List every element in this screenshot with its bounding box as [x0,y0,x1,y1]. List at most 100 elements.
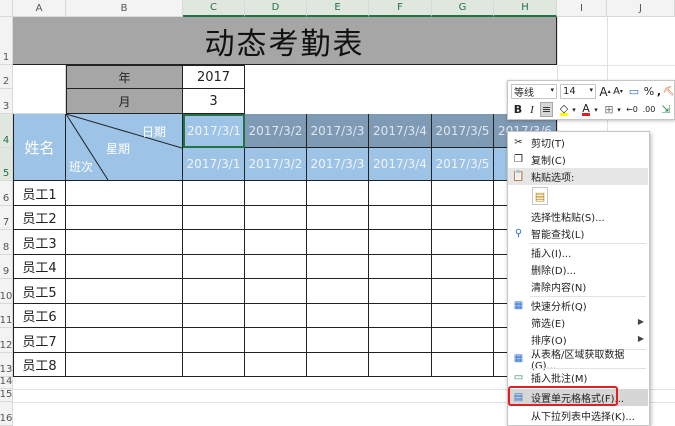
column-header-a[interactable]: A [13,0,66,17]
font-name-value: 等线 [514,88,534,99]
chevron-down-icon[interactable]: ▾ [616,102,622,117]
date-cell-f4[interactable]: 2017/3/4 [369,114,432,148]
row-header-14[interactable]: 14 [0,376,13,389]
menu-item-label: 清除内容(N) [531,283,587,294]
diagonal-header-cell[interactable]: 日期 星期 班次 [66,114,183,181]
month-label-cell[interactable]: 月 [66,89,183,114]
grow-font-icon[interactable]: A ▴ [599,84,611,99]
search-icon: ⚲ [514,228,523,239]
font-size-value: 14 [563,86,576,97]
menu-item-cut[interactable]: ✂ 剪切(T) [508,134,648,151]
row-header-3[interactable]: 3 [0,89,13,114]
row-header-7[interactable]: 7 [0,206,13,230]
fill-color-icon[interactable]: ◇ [557,102,571,117]
row-header-1[interactable]: 1 [0,17,13,65]
number-format-icon[interactable]: ▭ [626,84,642,99]
employee-name-cell[interactable]: 员工4 [13,255,66,279]
menu-item-smart-lookup[interactable]: ⚲ 智能查找(L) [508,225,648,242]
year-label-cell[interactable]: 年 [66,65,183,89]
column-header-h[interactable]: H [494,0,557,17]
row-header-15[interactable]: 15 [0,389,13,402]
row-header-4[interactable]: 4 [0,114,13,148]
font-name-box[interactable]: 等线 ▾ [511,84,557,99]
name-header-cell[interactable]: 姓名 [13,114,66,181]
bold-button[interactable]: B [512,102,524,117]
menu-item-delete[interactable]: 删除(D)... [508,261,648,278]
menu-item-copy[interactable]: ❐ 复制(C) [508,151,648,168]
menu-item-insert[interactable]: 插入(I)... [508,244,648,261]
menu-item-filter[interactable]: 筛选(E) ▶ [508,314,648,331]
date-cell-e4[interactable]: 2017/3/3 [307,114,369,148]
row-header-9[interactable]: 9 [0,255,13,279]
copy-icon: ❐ [514,154,523,165]
week-cell-e5[interactable]: 2017/3/3 [307,148,369,181]
date-cell-g4[interactable]: 2017/3/5 [432,114,494,148]
italic-button[interactable]: I [526,102,538,117]
row-header-2[interactable]: 2 [0,65,13,89]
menu-item-label: 复制(C) [531,156,566,167]
chevron-down-icon[interactable]: ▾ [571,102,577,117]
cell-a2-a3[interactable] [13,65,66,114]
row-header-11[interactable]: 11 [0,304,13,328]
menu-item-label: 粘贴选项: [531,173,575,184]
week-cell-c5[interactable]: 2017/3/1 [183,148,245,181]
column-header-e[interactable]: E [307,0,369,17]
percent-button[interactable]: % [644,84,654,99]
column-header-f[interactable]: F [369,0,432,17]
column-header-j[interactable]: J [607,0,675,17]
font-color-icon[interactable]: A [580,102,592,117]
row-header-8[interactable]: 8 [0,230,13,255]
chevron-right-icon: ▶ [637,317,644,326]
align-center-icon[interactable]: ≡ [540,102,553,117]
menu-item-paste-special[interactable]: 选择性粘贴(S)... [508,208,648,225]
decrease-decimal-icon[interactable]: .00 [641,102,657,117]
row-header-5[interactable]: 5 [0,148,13,181]
row-header-6[interactable]: 6 [0,181,13,206]
paste-icon[interactable]: ▤ [532,187,548,205]
menu-item-pick-from-list[interactable]: 从下拉列表中选择(K)... [508,407,648,424]
borders-icon[interactable]: ⊞ [603,102,615,117]
menu-item-label: 筛选(E) [531,319,566,330]
column-header-b[interactable]: B [66,0,183,17]
row-header-13[interactable]: 13 [0,353,13,377]
week-cell-g5[interactable]: 2017/3/5 [432,148,494,181]
font-size-box[interactable]: 14 ▾ [560,84,596,99]
chevron-down-icon: ▾ [589,86,593,94]
shrink-font-icon[interactable]: A ▾ [612,84,624,99]
sheet-title-cell[interactable]: 动态考勤表 [13,17,557,65]
increase-decimal-icon[interactable]: ←0 [625,102,639,117]
employee-name-cell[interactable]: 员工3 [13,230,66,255]
row-header-12[interactable]: 12 [0,328,13,353]
menu-item-clear[interactable]: 清除内容(N) [508,278,648,295]
employee-name-cell[interactable]: 员工1 [13,181,66,206]
employee-name-cell[interactable]: 员工5 [13,279,66,304]
comma-button[interactable]: , [655,84,663,99]
column-header-g[interactable]: G [432,0,494,17]
menu-item-quick-analysis[interactable]: ▦ 快速分析(Q) [508,297,648,314]
merge-cells-icon[interactable]: ⇲ [659,102,673,117]
chevron-down-icon[interactable]: ▾ [593,102,599,117]
column-header-d[interactable]: D [245,0,307,17]
week-cell-f5[interactable]: 2017/3/4 [369,148,432,181]
date-cell-c4[interactable]: 2017/3/1 [183,114,245,148]
employee-name-cell[interactable]: 员工6 [13,304,66,328]
menu-item-label: 选择性粘贴(S)... [531,213,605,224]
employee-name-cell[interactable]: 员工2 [13,206,66,230]
menu-item-label: 智能查找(L) [531,230,585,241]
attendance-grid[interactable] [66,181,558,378]
month-value-cell[interactable]: 3 [183,89,245,114]
row-header-10[interactable]: 10 [0,279,13,304]
employee-name-cell[interactable]: 员工7 [13,328,66,353]
column-header-i[interactable]: I [557,0,607,17]
diag-shift-label: 班次 [69,160,94,174]
date-cell-d4[interactable]: 2017/3/2 [245,114,307,148]
menu-item-insert-comment[interactable]: ▭ 插入批注(M) [508,369,648,386]
column-header-c[interactable]: C [183,0,245,17]
employee-name-cell[interactable]: 员工8 [13,353,66,377]
week-cell-d5[interactable]: 2017/3/2 [245,148,307,181]
select-all-corner[interactable] [0,0,13,17]
year-value-cell[interactable]: 2017 [183,65,245,89]
menu-item-get-data-from-table[interactable]: ▦ 从表格/区域获取数据(G)... [508,350,648,372]
format-painter-icon[interactable]: ⛏ [663,84,675,99]
row-header-16[interactable]: 16 [0,402,13,426]
